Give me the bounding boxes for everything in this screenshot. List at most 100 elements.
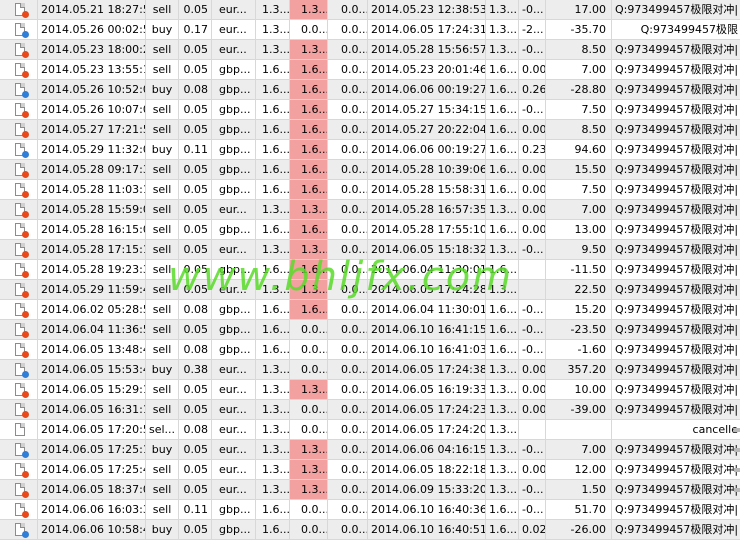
stop-loss-cell: 1.3...	[290, 240, 328, 260]
type-cell: buy	[146, 140, 179, 160]
open-time-cell: 2014.05.26 10:52:03	[38, 80, 146, 100]
table-row[interactable]: 2014.06.05 17:20:53 sel... 0.08 eur... 1.3..…	[0, 420, 740, 440]
size-cell: 0.05	[179, 200, 212, 220]
type-cell: sell	[146, 380, 179, 400]
table-row[interactable]: 2014.06.05 18:37:01 sell 0.05 eur... 1.3... 1…	[0, 480, 740, 500]
take-profit-cell: 0.0...	[328, 340, 368, 360]
open-time-cell: 2014.06.05 17:25:47	[38, 460, 146, 480]
order-icon-cell	[0, 260, 38, 280]
table-row[interactable]: 2014.05.29 11:59:45 sell 0.05 eur... 1.3... 1…	[0, 280, 740, 300]
profit-cell: 13.00	[546, 220, 612, 240]
table-row[interactable]: 2014.06.05 16:31:10 sell 0.05 eur... 1.3... 0…	[0, 400, 740, 420]
close-price-cell: 1.6...	[486, 320, 519, 340]
symbol-cell: gbp...	[212, 120, 256, 140]
type-cell: sell	[146, 500, 179, 520]
stop-loss-cell: 0.0...	[290, 320, 328, 340]
table-row[interactable]: 2014.06.05 15:29:19 sell 0.05 eur... 1.3... 1…	[0, 380, 740, 400]
profit-cell: 7.00	[546, 440, 612, 460]
open-price-cell: 1.6...	[256, 120, 290, 140]
table-row[interactable]: 2014.05.26 10:07:04 sell 0.05 gbp... 1.6... 1…	[0, 100, 740, 120]
table-row[interactable]: 2014.05.23 13:55:15 sell 0.05 gbp... 1.6... 1…	[0, 60, 740, 80]
order-icon-cell	[0, 280, 38, 300]
table-row[interactable]: 2014.05.28 09:17:33 sell 0.05 gbp... 1.6... 1…	[0, 160, 740, 180]
stop-loss-cell: 0.0...	[290, 500, 328, 520]
open-price-cell: 1.3...	[256, 20, 290, 40]
commission-cell: -0...	[519, 480, 546, 500]
stop-loss-cell: 1.3...	[290, 380, 328, 400]
order-icon-cell	[0, 420, 38, 440]
stop-loss-cell: 1.3...	[290, 280, 328, 300]
size-cell: 0.17	[179, 20, 212, 40]
type-cell: sell	[146, 480, 179, 500]
order-icon-cell	[0, 460, 38, 480]
close-price-cell: 1.3...	[486, 280, 519, 300]
order-icon-cell	[0, 320, 38, 340]
stop-loss-cell: 0.0...	[290, 340, 328, 360]
sell-status-icon	[22, 111, 29, 118]
take-profit-cell: 0.0...	[328, 120, 368, 140]
commission-cell: 0.00	[519, 220, 546, 240]
open-time-cell: 2014.05.27 17:21:56	[38, 120, 146, 140]
table-row[interactable]: 2014.06.06 10:58:46 buy 0.05 gbp... 1.6... 0.…	[0, 520, 740, 540]
symbol-cell: gbp...	[212, 80, 256, 100]
open-time-cell: 2014.05.23 13:55:15	[38, 60, 146, 80]
table-row[interactable]: 2014.06.05 17:25:47 sell 0.05 eur... 1.3... 1…	[0, 460, 740, 480]
document-icon	[15, 423, 25, 436]
comment-cell: Q:973499457极限对冲|	[612, 0, 740, 20]
order-icon-cell	[0, 520, 38, 540]
table-row[interactable]: 2014.06.06 16:03:35 sell 0.11 gbp... 1.6... 0…	[0, 500, 740, 520]
close-price-cell: 1.6...	[486, 520, 519, 540]
symbol-cell: gbp...	[212, 140, 256, 160]
symbol-cell: eur...	[212, 360, 256, 380]
close-time-cell: 2014.05.23 12:38:53	[368, 0, 486, 20]
table-row[interactable]: 2014.06.05 17:25:13 buy 0.05 eur... 1.3... 1.…	[0, 440, 740, 460]
size-cell: 0.05	[179, 480, 212, 500]
close-time-cell: 2014.06.05 16:19:33	[368, 380, 486, 400]
open-time-cell: 2014.05.28 17:15:14	[38, 240, 146, 260]
close-price-cell: 1.6...	[486, 220, 519, 240]
profit-cell: 15.50	[546, 160, 612, 180]
table-row[interactable]: 2014.05.28 19:23:33 sell 0.05 gbp... 1.6... 1…	[0, 260, 740, 280]
take-profit-cell: 0.0...	[328, 440, 368, 460]
close-price-cell: 1.3...	[486, 20, 519, 40]
symbol-cell: gbp...	[212, 340, 256, 360]
size-cell: 0.08	[179, 80, 212, 100]
table-row[interactable]: 2014.06.05 15:53:40 buy 0.38 eur... 1.3... 0.…	[0, 360, 740, 380]
sell-status-icon	[22, 471, 29, 478]
open-time-cell: 2014.05.28 16:15:00	[38, 220, 146, 240]
table-row[interactable]: 2014.05.28 17:15:14 sell 0.05 eur... 1.3... 1…	[0, 240, 740, 260]
table-row[interactable]: 2014.06.04 11:36:53 sell 0.05 gbp... 1.6... 0…	[0, 320, 740, 340]
symbol-cell: gbp...	[212, 500, 256, 520]
sell-status-icon	[22, 11, 29, 18]
profit-cell: 7.00	[546, 60, 612, 80]
table-row[interactable]: 2014.05.26 00:02:51 buy 0.17 eur... 1.3... 0.…	[0, 20, 740, 40]
table-row[interactable]: 2014.05.21 18:27:52 sell 0.05 eur... 1.3... 1…	[0, 0, 740, 20]
comment-cell: Q:973499457极限对冲|	[612, 460, 740, 480]
table-row[interactable]: 2014.05.27 17:21:56 sell 0.05 gbp... 1.6... 1…	[0, 120, 740, 140]
table-row[interactable]: 2014.06.02 05:28:55 sell 0.08 gbp... 1.6... 1…	[0, 300, 740, 320]
close-time-cell: 2014.06.10 16:40:36	[368, 500, 486, 520]
table-row[interactable]: 2014.05.29 11:32:04 buy 0.11 gbp... 1.6... 1.…	[0, 140, 740, 160]
open-time-cell: 2014.05.21 18:27:52	[38, 0, 146, 20]
open-time-cell: 2014.06.05 15:53:40	[38, 360, 146, 380]
size-cell: 0.05	[179, 60, 212, 80]
table-row[interactable]: 2014.05.28 16:15:00 sell 0.05 gbp... 1.6... 1…	[0, 220, 740, 240]
order-icon-cell	[0, 200, 38, 220]
profit-cell	[546, 420, 612, 440]
symbol-cell: eur...	[212, 380, 256, 400]
stop-loss-cell: 1.6...	[290, 60, 328, 80]
open-time-cell: 2014.05.29 11:59:45	[38, 280, 146, 300]
open-time-cell: 2014.06.05 16:31:10	[38, 400, 146, 420]
table-row[interactable]: 2014.05.28 15:59:04 sell 0.05 eur... 1.3... 1…	[0, 200, 740, 220]
stop-loss-cell: 1.6...	[290, 120, 328, 140]
table-row[interactable]: 2014.05.28 11:03:19 sell 0.05 gbp... 1.6... 1…	[0, 180, 740, 200]
profit-cell: 8.50	[546, 40, 612, 60]
open-price-cell: 1.6...	[256, 300, 290, 320]
table-row[interactable]: 2014.05.26 10:52:03 buy 0.08 gbp... 1.6... 1.…	[0, 80, 740, 100]
table-row[interactable]: 2014.05.23 18:00:22 sell 0.05 eur... 1.3... 1…	[0, 40, 740, 60]
symbol-cell: gbp...	[212, 320, 256, 340]
stop-loss-cell: 1.3...	[290, 0, 328, 20]
size-cell: 0.05	[179, 160, 212, 180]
close-price-cell: 1.6...	[486, 120, 519, 140]
table-row[interactable]: 2014.06.05 13:48:45 sell 0.08 gbp... 1.6... 0…	[0, 340, 740, 360]
